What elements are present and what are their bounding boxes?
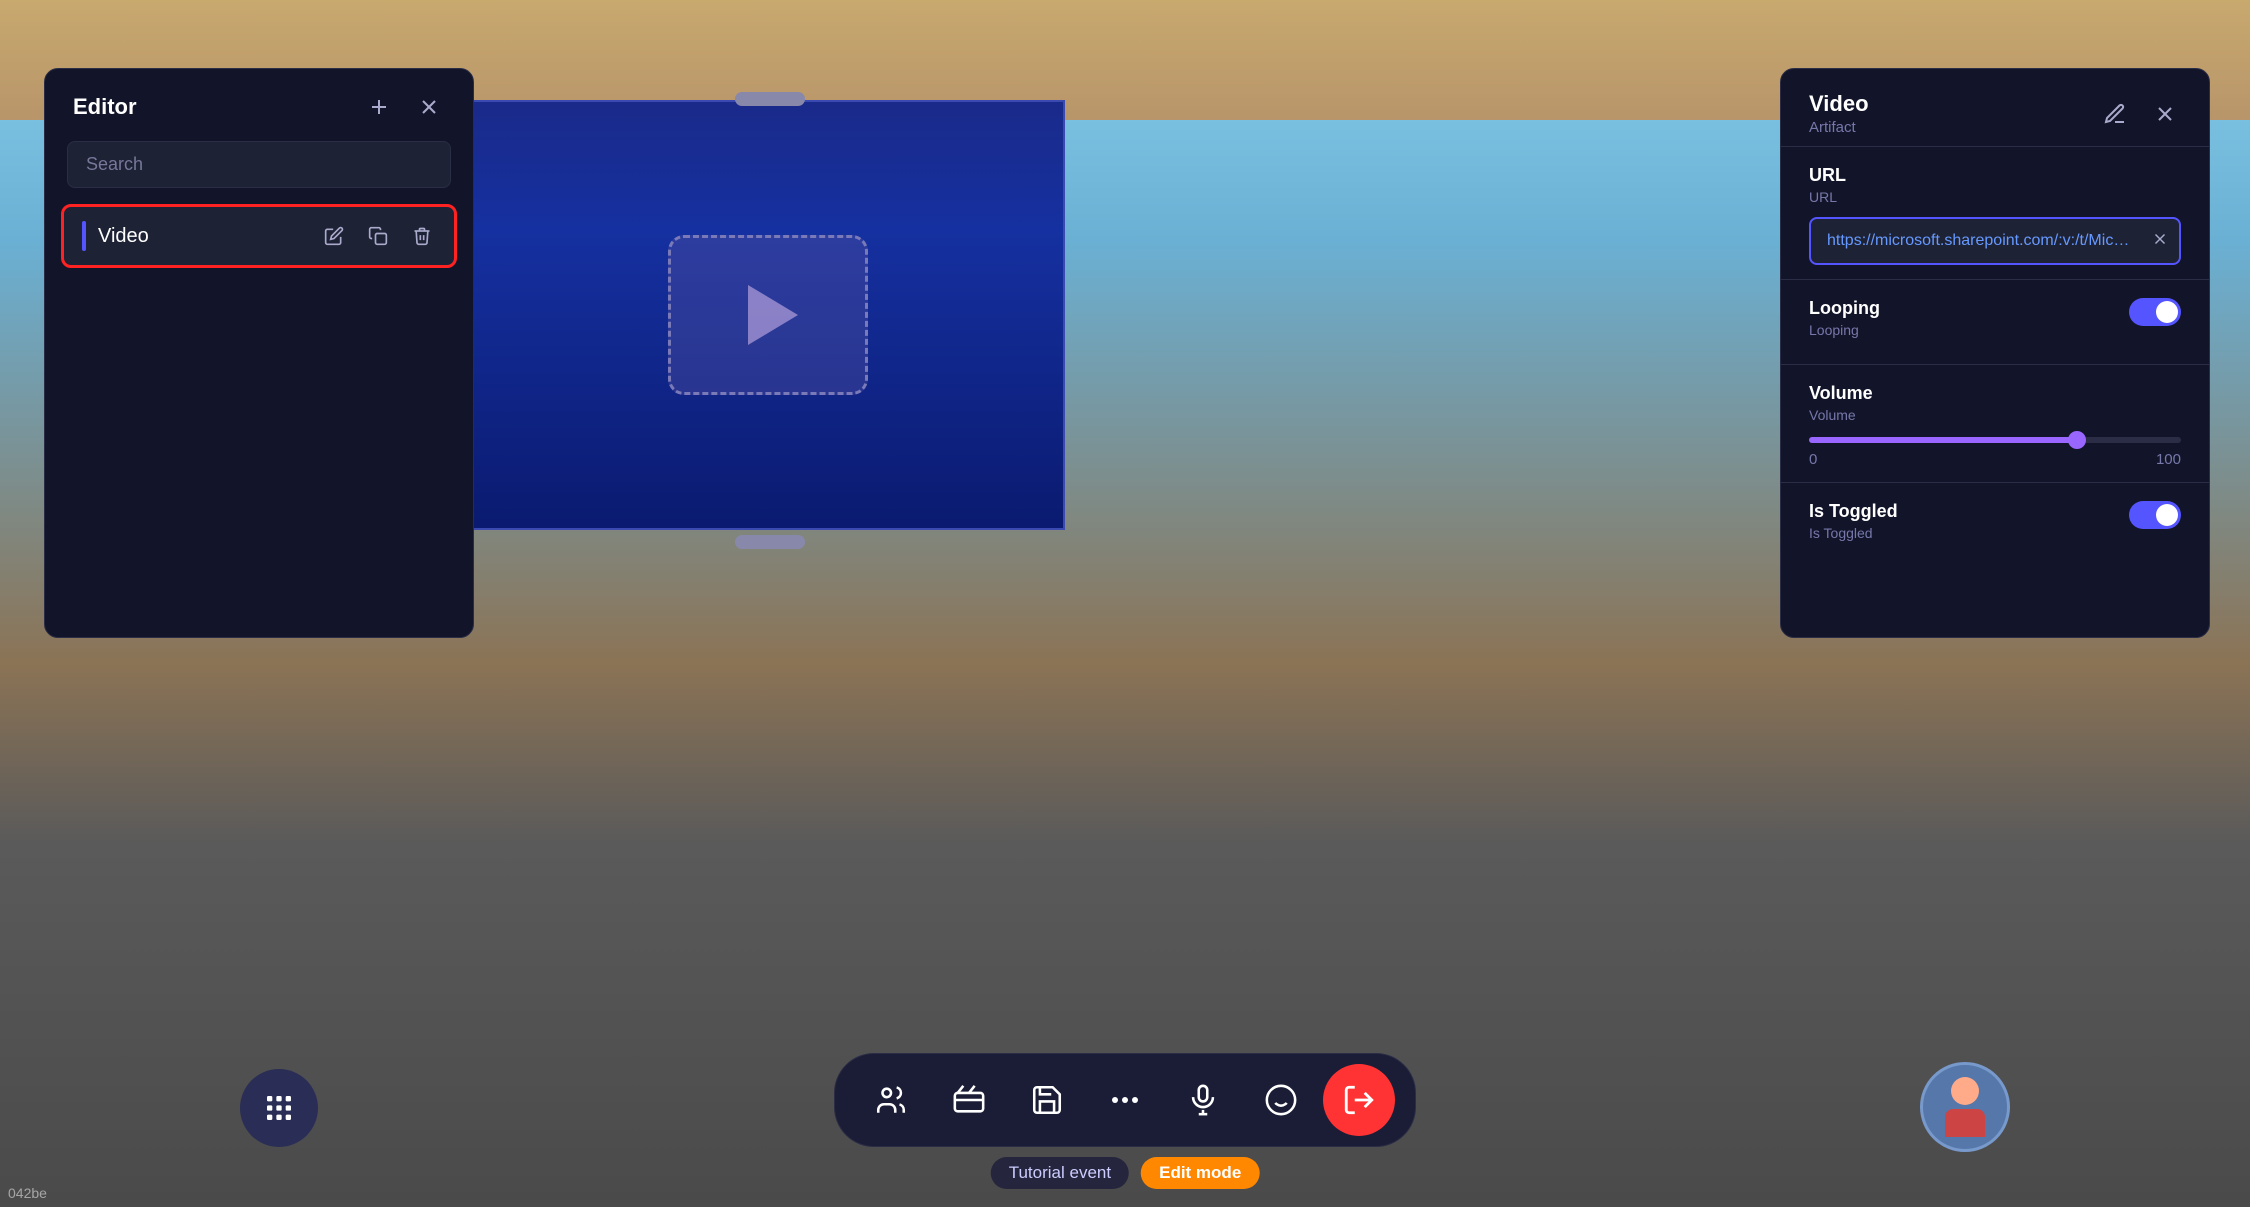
screen-handle-top (735, 92, 805, 106)
video-placeholder (668, 235, 868, 395)
close-icon (2153, 102, 2177, 126)
is-toggled-toggle[interactable] (2129, 501, 2181, 529)
artifact-title: Video (1809, 91, 1869, 117)
avatar-head (1951, 1077, 1979, 1105)
volume-label: Volume (1809, 383, 2181, 404)
url-input-container (1809, 217, 2181, 265)
looping-sublabel: Looping (1809, 322, 1880, 338)
save-icon (1030, 1083, 1064, 1117)
editor-close-button[interactable] (413, 91, 445, 123)
url-sublabel: URL (1809, 189, 2181, 205)
avatar-button[interactable] (1920, 1062, 2010, 1152)
volume-section: Volume Volume 0 100 (1781, 365, 2209, 483)
main-screen (470, 100, 1065, 530)
editor-title: Editor (73, 94, 137, 120)
editor-panel: Editor Video (44, 68, 474, 638)
volume-slider-fill (1809, 437, 2077, 443)
artifact-panel: Video Artifact URL URL (1780, 68, 2210, 638)
status-bar: Tutorial event Edit mode (991, 1157, 1260, 1189)
looping-toggle[interactable] (2129, 298, 2181, 326)
slider-max: 100 (2156, 451, 2181, 468)
mic-icon (1186, 1083, 1220, 1117)
url-section: URL URL (1781, 147, 2209, 280)
exit-icon (1342, 1083, 1376, 1117)
copy-icon (368, 226, 388, 246)
toolbar-mic-button[interactable] (1167, 1064, 1239, 1136)
slider-min: 0 (1809, 451, 1817, 468)
grid-icon (263, 1092, 295, 1124)
is-toggled-label: Is Toggled (1809, 501, 1898, 522)
artifact-edit-button[interactable] (2099, 98, 2131, 130)
is-toggled-row: Is Toggled Is Toggled (1809, 501, 2181, 553)
avatar-figure (1930, 1072, 2000, 1142)
video-edit-button[interactable] (320, 222, 348, 250)
volume-slider-container: 0 100 (1809, 437, 2181, 468)
play-icon (748, 285, 798, 345)
video-item-label: Video (98, 225, 308, 248)
video-item-indicator (82, 221, 86, 251)
plus-icon (367, 95, 391, 119)
editor-header: Editor (45, 69, 473, 141)
is-toggled-toggle-thumb (2156, 504, 2178, 526)
more-icon (1108, 1095, 1142, 1105)
volume-sublabel: Volume (1809, 407, 2181, 423)
screen-handle-bottom (735, 535, 805, 549)
is-toggled-sublabel: Is Toggled (1809, 525, 1898, 541)
toolbar-emoji-button[interactable] (1245, 1064, 1317, 1136)
clear-icon (2151, 230, 2169, 248)
edit-mode-badge: Edit mode (1141, 1157, 1259, 1189)
artifact-title-group: Video Artifact (1809, 91, 1869, 136)
artifact-subtitle: Artifact (1809, 119, 1869, 136)
artifact-header-actions (2099, 98, 2181, 130)
trash-icon (412, 226, 432, 246)
looping-label: Looping (1809, 298, 1880, 319)
looping-section: Looping Looping (1781, 280, 2209, 365)
toolbar-exit-button[interactable] (1323, 1064, 1395, 1136)
url-label: URL (1809, 165, 2181, 186)
close-icon (417, 95, 441, 119)
editor-header-actions (363, 91, 445, 123)
video-item-actions (320, 222, 436, 250)
bottom-left-id: 042be (8, 1185, 47, 1201)
people-icon (874, 1083, 908, 1117)
pen-icon (2103, 102, 2127, 126)
emoji-icon (1264, 1083, 1298, 1117)
toolbar-movie-button[interactable] (933, 1064, 1005, 1136)
looping-toggle-thumb (2156, 301, 2178, 323)
artifact-close-button[interactable] (2149, 98, 2181, 130)
grid-button[interactable] (240, 1069, 318, 1147)
search-container (67, 141, 451, 188)
artifact-header: Video Artifact (1781, 69, 2209, 146)
url-input[interactable] (1809, 217, 2181, 265)
volume-slider-track[interactable] (1809, 437, 2181, 443)
looping-labels: Looping Looping (1809, 298, 1880, 350)
looping-row: Looping Looping (1809, 298, 2181, 350)
is-toggled-toggle-track (2129, 501, 2181, 529)
volume-slider-thumb[interactable] (2068, 431, 2086, 449)
toolbar-people-button[interactable] (855, 1064, 927, 1136)
slider-labels: 0 100 (1809, 451, 2181, 468)
edit-icon (324, 226, 344, 246)
url-clear-button[interactable] (2151, 230, 2169, 253)
search-input[interactable] (67, 141, 451, 188)
event-badge: Tutorial event (991, 1157, 1129, 1189)
bottom-toolbar (834, 1053, 1416, 1147)
video-delete-button[interactable] (408, 222, 436, 250)
is-toggled-section: Is Toggled Is Toggled (1781, 483, 2209, 567)
movie-icon (952, 1083, 986, 1117)
video-copy-button[interactable] (364, 222, 392, 250)
video-list-item[interactable]: Video (61, 204, 457, 268)
editor-add-button[interactable] (363, 91, 395, 123)
toolbar-save-button[interactable] (1011, 1064, 1083, 1136)
avatar-body (1945, 1109, 1985, 1137)
toolbar-more-button[interactable] (1089, 1064, 1161, 1136)
is-toggled-labels: Is Toggled Is Toggled (1809, 501, 1898, 553)
looping-toggle-track (2129, 298, 2181, 326)
